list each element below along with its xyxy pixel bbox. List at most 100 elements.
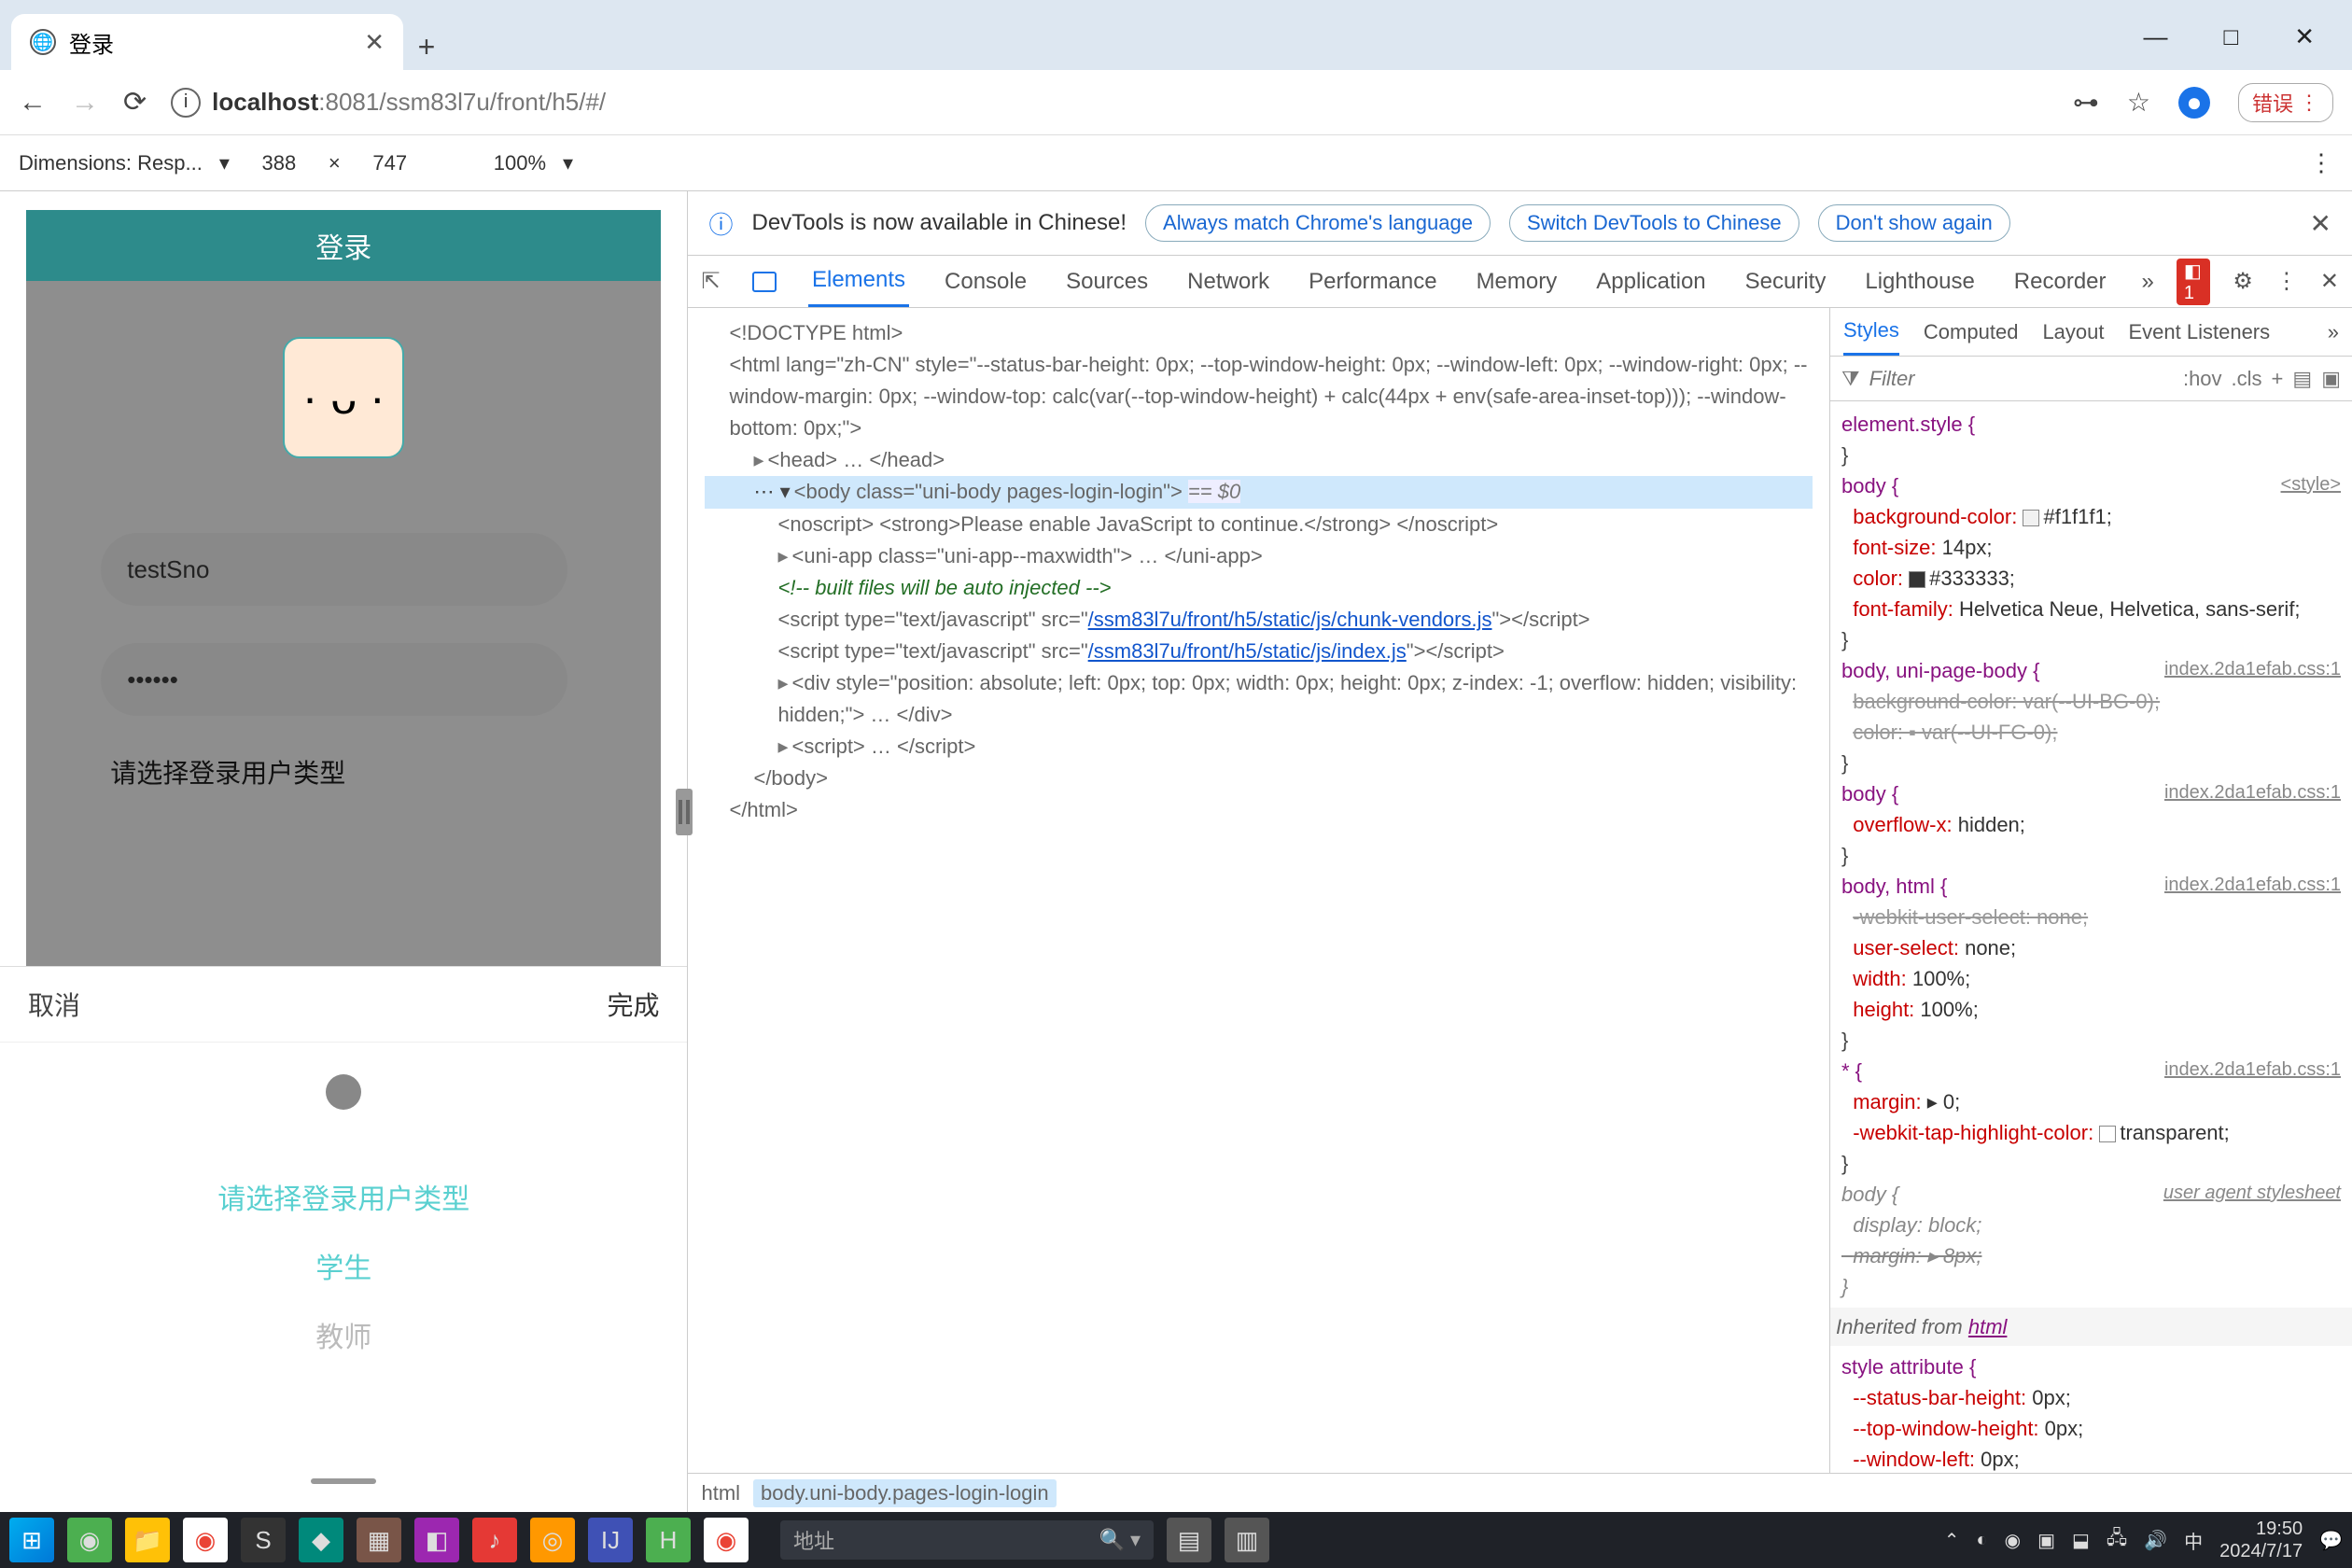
start-button[interactable]: ⊞ bbox=[9, 1518, 54, 1562]
profile-avatar-icon[interactable]: ● bbox=[2178, 87, 2210, 119]
picker-done-button[interactable]: 完成 bbox=[607, 986, 659, 1023]
user-type-picker-label[interactable]: 请选择登录用户类型 bbox=[101, 753, 345, 791]
app-icon[interactable]: ▦ bbox=[357, 1518, 401, 1562]
site-info-icon[interactable]: i bbox=[171, 88, 201, 118]
chevron-down-icon[interactable]: ▾ bbox=[563, 151, 573, 175]
app-icon[interactable]: ◆ bbox=[299, 1518, 343, 1562]
tray-chevron-icon[interactable]: ⌃ bbox=[1944, 1529, 1960, 1552]
dimensions-dropdown[interactable]: Dimensions: Resp... bbox=[19, 151, 203, 175]
tray-icon[interactable]: ◐ bbox=[1977, 1530, 1988, 1551]
taskbar-search[interactable]: 地址 🔍 ▾ bbox=[780, 1520, 1154, 1560]
tab-computed[interactable]: Computed bbox=[1924, 320, 2019, 344]
app-icon[interactable]: ◧ bbox=[414, 1518, 459, 1562]
tab-security[interactable]: Security bbox=[1742, 256, 1830, 307]
styles-filter-input[interactable]: Filter bbox=[1869, 367, 2174, 391]
picker-indicator-dot bbox=[326, 1074, 361, 1110]
match-language-button[interactable]: Always match Chrome's language bbox=[1145, 204, 1491, 242]
device-mode-toggle-icon[interactable] bbox=[752, 272, 777, 292]
window-maximize[interactable]: □ bbox=[2223, 22, 2238, 51]
url-host: localhost bbox=[212, 88, 318, 116]
device-more-icon[interactable]: ⋮ bbox=[2309, 148, 2333, 177]
sublime-icon[interactable]: S bbox=[241, 1518, 286, 1562]
dimension-separator: × bbox=[329, 151, 341, 175]
more-styles-tabs-icon[interactable]: » bbox=[2328, 320, 2339, 344]
intellij-icon[interactable]: IJ bbox=[588, 1518, 633, 1562]
taskbar-clock[interactable]: 19:50 2024/7/17 bbox=[2219, 1518, 2303, 1562]
chevron-down-icon[interactable]: ▾ bbox=[219, 151, 230, 175]
zoom-dropdown[interactable]: 100% bbox=[494, 151, 546, 175]
app-icon[interactable]: ◉ bbox=[67, 1518, 112, 1562]
reload-icon[interactable]: ⟳ bbox=[123, 86, 147, 119]
tab-elements[interactable]: Elements bbox=[808, 256, 909, 307]
window-minimize[interactable]: — bbox=[2143, 22, 2167, 51]
window-close[interactable]: ✕ bbox=[2294, 22, 2315, 51]
tab-event-listeners[interactable]: Event Listeners bbox=[2129, 320, 2271, 344]
close-tab-icon[interactable]: ✕ bbox=[364, 28, 385, 57]
inspect-element-icon[interactable]: ⇱ bbox=[701, 268, 720, 295]
tray-icon[interactable]: ⬓ bbox=[2072, 1529, 2090, 1552]
close-notice-icon[interactable]: ✕ bbox=[2310, 208, 2331, 239]
browser-tab[interactable]: 🌐 登录 ✕ bbox=[11, 14, 403, 70]
volume-icon[interactable]: 🔊 bbox=[2144, 1529, 2167, 1552]
tab-recorder[interactable]: Recorder bbox=[2010, 256, 2110, 307]
picker-wheel[interactable]: 请选择登录用户类型 学生 教师 bbox=[0, 1043, 687, 1470]
cls-toggle[interactable]: .cls bbox=[2232, 367, 2262, 391]
phone-header: 登录 bbox=[26, 210, 661, 281]
new-rule-icon[interactable]: + bbox=[2272, 367, 2284, 391]
new-tab-button[interactable]: + bbox=[403, 23, 450, 70]
crumb-body[interactable]: body.uni-body.pages-login-login bbox=[753, 1479, 1057, 1507]
notification-icon[interactable]: 💬 bbox=[2319, 1529, 2343, 1552]
picker-option[interactable]: 教师 bbox=[315, 1314, 371, 1355]
hbuilder-icon[interactable]: H bbox=[646, 1518, 691, 1562]
chrome-icon[interactable]: ◉ bbox=[704, 1518, 749, 1562]
tab-application[interactable]: Application bbox=[1592, 256, 1709, 307]
tab-network[interactable]: Network bbox=[1183, 256, 1273, 307]
app-icon[interactable]: ▤ bbox=[1167, 1518, 1211, 1562]
device-width[interactable]: 388 bbox=[246, 151, 312, 175]
more-tabs-icon[interactable]: » bbox=[2142, 269, 2154, 295]
devtools-menu-icon[interactable]: ⋮ bbox=[2275, 268, 2298, 295]
dom-tree[interactable]: <!DOCTYPE html> <html lang="zh-CN" style… bbox=[688, 308, 1829, 1473]
app-icon[interactable]: ◎ bbox=[530, 1518, 575, 1562]
password-key-icon[interactable]: ⊶ bbox=[2073, 87, 2099, 118]
crumb-html[interactable]: html bbox=[701, 1481, 740, 1505]
system-tray[interactable]: ⌃ ◐ ◉ ▣ ⬓ 🖧 🔊 中 19:50 2024/7/17 💬 bbox=[1944, 1518, 2343, 1562]
bookmark-star-icon[interactable]: ☆ bbox=[2127, 87, 2150, 118]
handle-bar-icon bbox=[311, 1478, 376, 1484]
hov-toggle[interactable]: :hov bbox=[2183, 367, 2222, 391]
picker-option[interactable]: 学生 bbox=[315, 1245, 371, 1286]
ime-icon[interactable]: 中 bbox=[2184, 1527, 2203, 1554]
username-input[interactable]: testSno bbox=[101, 533, 567, 606]
back-icon[interactable]: ← bbox=[19, 87, 47, 119]
styles-rules[interactable]: element.style { } <style>body { backgrou… bbox=[1830, 401, 2352, 1473]
computed-panel-icon[interactable]: ▤ bbox=[2292, 367, 2312, 391]
tray-icon[interactable]: ◉ bbox=[2005, 1529, 2021, 1552]
tab-layout[interactable]: Layout bbox=[2042, 320, 2104, 344]
error-count-badge[interactable]: ◧ 1 bbox=[2177, 259, 2211, 305]
tray-icon[interactable]: 🖧 bbox=[2107, 1524, 2127, 1556]
phone-frame: 登录 · ᴗ · testSno •••••• 请选择登录用户类型 bbox=[26, 210, 661, 966]
tab-performance[interactable]: Performance bbox=[1305, 256, 1440, 307]
dom-breadcrumb[interactable]: html body.uni-body.pages-login-login bbox=[688, 1473, 2352, 1512]
tab-sources[interactable]: Sources bbox=[1062, 256, 1152, 307]
url-field[interactable]: i localhost:8081/ssm83l7u/front/h5/#/ bbox=[171, 88, 2049, 118]
tab-lighthouse[interactable]: Lighthouse bbox=[1861, 256, 1978, 307]
extension-error-badge[interactable]: 错误⋮ bbox=[2238, 83, 2333, 122]
dismiss-notice-button[interactable]: Don't show again bbox=[1818, 204, 2010, 242]
tab-memory[interactable]: Memory bbox=[1473, 256, 1561, 307]
chrome-icon[interactable]: ◉ bbox=[183, 1518, 228, 1562]
password-input[interactable]: •••••• bbox=[101, 643, 567, 716]
tray-icon[interactable]: ▣ bbox=[2037, 1529, 2055, 1552]
file-explorer-icon[interactable]: 📁 bbox=[125, 1518, 170, 1562]
switch-language-button[interactable]: Switch DevTools to Chinese bbox=[1509, 204, 1799, 242]
settings-gear-icon[interactable]: ⚙ bbox=[2233, 268, 2253, 295]
app-icon[interactable]: ▥ bbox=[1225, 1518, 1269, 1562]
tab-console[interactable]: Console bbox=[941, 256, 1030, 307]
box-model-icon[interactable]: ▣ bbox=[2321, 367, 2341, 391]
netease-icon[interactable]: ♪ bbox=[472, 1518, 517, 1562]
picker-cancel-button[interactable]: 取消 bbox=[28, 986, 80, 1023]
close-devtools-icon[interactable]: ✕ bbox=[2320, 268, 2339, 295]
picker-option[interactable]: 请选择登录用户类型 bbox=[217, 1176, 469, 1217]
tab-styles[interactable]: Styles bbox=[1843, 308, 1899, 356]
device-height[interactable]: 747 bbox=[357, 151, 423, 175]
